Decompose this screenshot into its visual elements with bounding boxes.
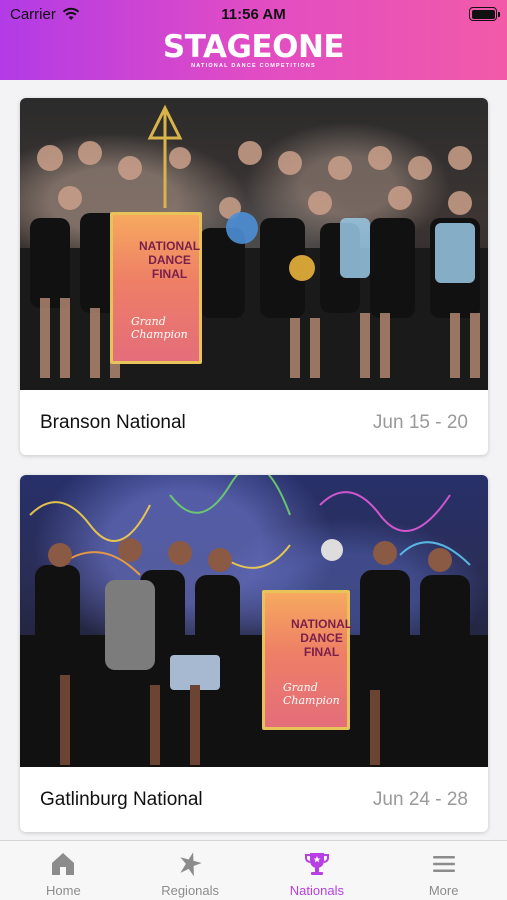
tab-nationals[interactable]: Nationals: [254, 841, 381, 900]
banner-script: Grand Champion: [283, 681, 340, 707]
home-icon: [52, 853, 75, 875]
event-title: Gatlinburg National: [40, 788, 203, 810]
event-title: Branson National: [40, 411, 186, 433]
grand-champion-banner: NATIONAL DANCE FINAL Grand Champion: [110, 212, 202, 364]
grand-champion-banner: NATIONAL DANCE FINAL Grand Champion: [262, 590, 353, 730]
event-card-branson[interactable]: NATIONAL DANCE FINAL Grand Champion Bran…: [20, 98, 488, 455]
wifi-icon: [62, 7, 80, 20]
event-card-gatlinburg[interactable]: NATIONAL DANCE FINAL Grand Champion Gatl…: [20, 475, 488, 832]
tab-bar: Home Regionals Nationals More: [0, 840, 507, 900]
carrier-label: Carrier: [10, 5, 56, 23]
tab-label: Regionals: [161, 883, 220, 898]
nationals-list[interactable]: NATIONAL DANCE FINAL Grand Champion Bran…: [0, 80, 507, 840]
banner-line: FINAL: [151, 267, 188, 281]
event-card-footer[interactable]: Branson National Jun 15 - 20: [20, 390, 488, 455]
event-dates: Jun 24 - 28: [372, 788, 468, 810]
banner-line: NATIONAL: [139, 239, 201, 253]
battery-icon: [469, 7, 500, 21]
stageone-logo: STAGEONE NATIONAL DANCE COMPETITIONS: [162, 29, 345, 70]
status-bar: Carrier 11:56 AM: [0, 0, 507, 28]
event-photo: NATIONAL DANCE FINAL Grand Champion: [20, 98, 488, 390]
star-dancer-icon: [180, 852, 202, 877]
tab-label: Home: [46, 883, 81, 898]
app-header: Carrier 11:56 AM STAGEONE NATIONAL DANCE…: [0, 0, 507, 80]
tab-regionals[interactable]: Regionals: [127, 841, 254, 900]
banner-line: FINAL: [303, 645, 340, 659]
tab-more[interactable]: More: [380, 841, 507, 900]
banner-script: Grand Champion: [131, 315, 188, 341]
event-dates: Jun 15 - 20: [372, 411, 468, 433]
tab-home[interactable]: Home: [0, 841, 127, 900]
tab-label: More: [428, 883, 459, 898]
event-card-footer[interactable]: Gatlinburg National Jun 24 - 28: [20, 767, 488, 832]
menu-icon: [432, 856, 455, 872]
tab-label: Nationals: [289, 883, 344, 898]
crowd-silhouette: [20, 104, 488, 390]
clock: 11:56 AM: [221, 5, 286, 23]
banner-line: NATIONAL: [291, 617, 353, 631]
banner-line: DANCE: [148, 253, 191, 267]
banner-line: DANCE: [300, 631, 343, 645]
trophy-icon: [304, 853, 329, 875]
logo-wordmark: STAGEONE: [162, 29, 345, 65]
carrier-info: Carrier: [10, 6, 80, 23]
event-photo: NATIONAL DANCE FINAL Grand Champion: [20, 475, 488, 767]
crowd-silhouette: [20, 475, 488, 767]
